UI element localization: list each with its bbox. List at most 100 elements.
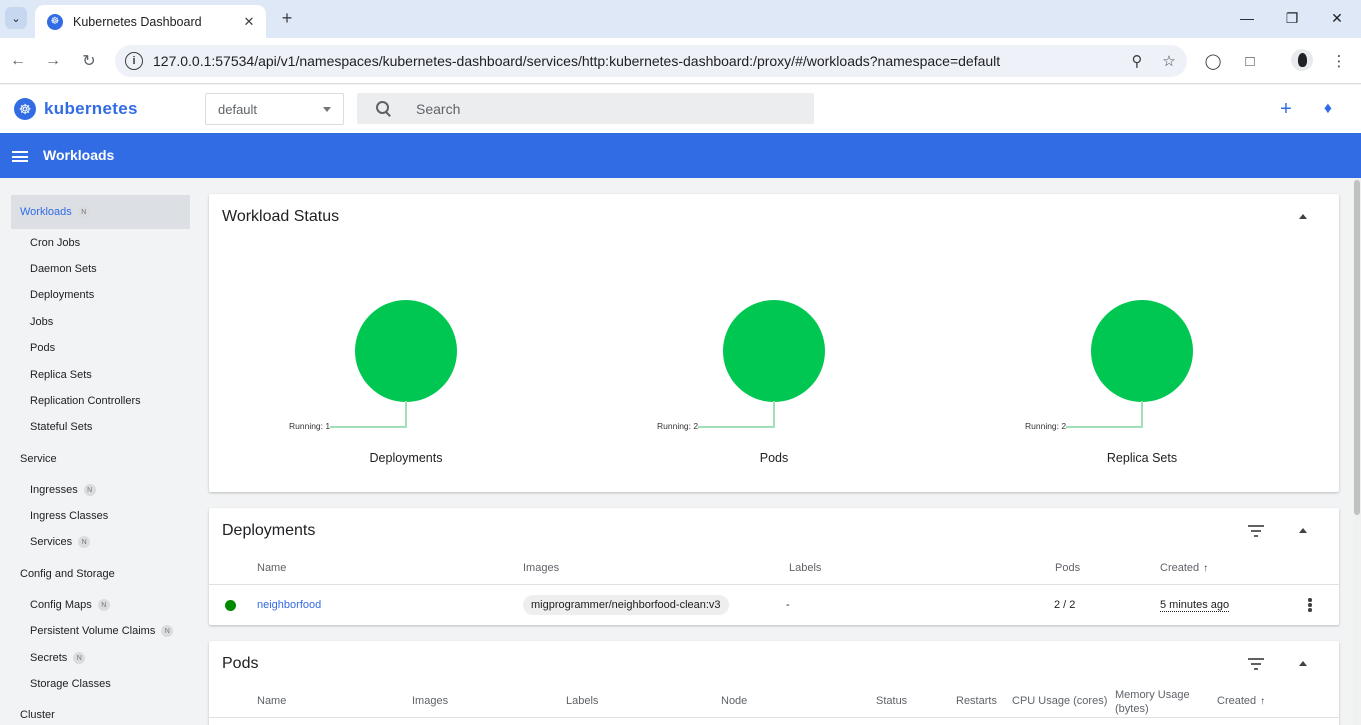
browser-toolbar: ← → ↻ i 127.0.0.1:57534/api/v1/namespace… — [0, 38, 1361, 84]
search-input[interactable] — [416, 100, 814, 117]
sidebar-item-workloads[interactable]: Workloads N — [11, 195, 190, 229]
chart-name: Pods — [759, 451, 789, 465]
sidebar-item-storage-classes[interactable]: Storage Classes — [30, 678, 111, 690]
leader-line — [330, 426, 407, 428]
memory-header-line1: Memory Usage — [1115, 689, 1190, 701]
page-title: Workloads — [43, 147, 115, 163]
more-actions-icon[interactable] — [1308, 598, 1312, 612]
sidebar-item-replica-sets[interactable]: Replica Sets — [30, 369, 92, 381]
collapse-icon[interactable] — [1299, 214, 1307, 219]
row-divider — [209, 717, 1339, 718]
chart-name: Replica Sets — [1106, 451, 1178, 465]
brand-name[interactable]: kubernetes — [44, 99, 138, 119]
sidebar-item-label: Secrets — [30, 652, 68, 664]
filter-icon[interactable] — [1248, 658, 1264, 670]
sidebar-item-label: Ingress Classes — [30, 510, 109, 522]
image-chip: migprogrammer/neighborfood-clean:v3 — [523, 595, 729, 615]
deployments-running-pie — [355, 300, 457, 402]
sort-arrow-up-icon: ↑ — [1260, 696, 1266, 707]
sidebar-item-replication-controllers[interactable]: Replication Controllers — [30, 395, 141, 407]
pods-value: 2 / 2 — [1054, 599, 1076, 611]
profile-avatar[interactable] — [1291, 49, 1313, 71]
minimize-button[interactable]: — — [1232, 6, 1262, 30]
column-header-created[interactable]: Created ↑ — [1217, 695, 1265, 707]
sidebar-item-label: Config Maps — [30, 599, 92, 611]
column-header-name[interactable]: Name — [257, 695, 286, 707]
leader-line — [1141, 401, 1143, 427]
page-scrollbar[interactable] — [1353, 178, 1361, 725]
sidebar-item-cron-jobs[interactable]: Cron Jobs — [30, 237, 80, 249]
column-header-name[interactable]: Name — [257, 562, 286, 574]
sidebar-item-services[interactable]: Services N — [30, 536, 91, 548]
namespaced-badge: N — [77, 206, 90, 218]
sidebar-section-config-storage: Config and Storage — [20, 568, 115, 580]
deployment-name-link[interactable]: neighborfood — [257, 599, 321, 611]
address-bar[interactable]: i 127.0.0.1:57534/api/v1/namespaces/kube… — [115, 45, 1187, 77]
window-close-button[interactable]: ✕ — [1322, 6, 1352, 30]
back-arrow-icon[interactable]: ← — [6, 49, 30, 73]
filter-icon[interactable] — [1248, 525, 1264, 537]
tab-close-icon[interactable]: ✕ — [240, 13, 258, 31]
sidebar-item-deployments[interactable]: Deployments — [30, 289, 94, 301]
column-header-restarts: Restarts — [956, 695, 997, 707]
sidebar-item-label: Workloads — [20, 206, 72, 218]
column-header-status: Status — [876, 695, 908, 707]
restore-button[interactable]: ❐ — [1277, 6, 1307, 30]
search-bar[interactable] — [357, 93, 814, 124]
sidebar-item-label: Ingresses — [30, 484, 78, 496]
sidebar-item-ingresses[interactable]: Ingresses N — [30, 484, 96, 496]
sidebar-item-ingress-classes[interactable]: Ingress Classes — [30, 510, 108, 522]
search-icon — [375, 100, 393, 118]
sidebar-item-stateful-sets[interactable]: Stateful Sets — [30, 421, 92, 433]
column-header-images: Images — [412, 695, 449, 707]
column-header-label: Created — [1217, 695, 1257, 707]
forward-arrow-icon[interactable]: → — [41, 49, 65, 73]
pods-title: Pods — [222, 655, 259, 672]
url-text[interactable]: 127.0.0.1:57534/api/v1/namespaces/kubern… — [153, 53, 1123, 69]
sidebar-item-label: Storage Classes — [30, 678, 111, 690]
sidebar-item-secrets[interactable]: Secrets N — [30, 652, 86, 664]
namespaced-badge: N — [83, 484, 96, 496]
leader-line — [405, 401, 407, 427]
namespace-select[interactable]: default — [205, 93, 344, 125]
sidebar-item-daemon-sets[interactable]: Daemon Sets — [30, 263, 97, 275]
scrollbar-thumb[interactable] — [1354, 180, 1360, 515]
browser-tab[interactable]: ☸ Kubernetes Dashboard ✕ — [35, 5, 266, 38]
kubernetes-logo-icon[interactable]: ☸ — [14, 98, 36, 120]
sidebar-item-persistent-volume-claims[interactable]: Persistent Volume Claims N — [30, 625, 174, 637]
column-header-pods: Pods — [1055, 562, 1081, 574]
namespaced-badge: N — [97, 599, 110, 611]
extension-code-icon[interactable]: ◯ — [1201, 49, 1225, 73]
column-header-images: Images — [523, 562, 560, 574]
reload-icon[interactable]: ↻ — [77, 49, 101, 73]
sidebar-item-pods[interactable]: Pods — [30, 342, 55, 354]
sidebar-item-jobs[interactable]: Jobs — [30, 316, 53, 328]
replica-sets-running-pie — [1091, 300, 1193, 402]
sidebar: Workloads N Cron Jobs Daemon Sets Deploy… — [0, 178, 197, 725]
namespaced-badge: N — [73, 652, 86, 664]
kubernetes-favicon-icon: ☸ — [47, 13, 63, 30]
column-header-created[interactable]: Created ↑ — [1160, 562, 1208, 574]
collapse-icon[interactable] — [1299, 528, 1307, 533]
site-info-icon[interactable]: i — [125, 52, 143, 70]
hamburger-menu-icon[interactable] — [12, 151, 28, 162]
leader-line — [698, 426, 775, 428]
extensions-puzzle-icon[interactable]: □ — [1238, 49, 1262, 73]
column-header-labels: Labels — [789, 562, 822, 574]
bookmark-star-icon[interactable]: ☆ — [1155, 49, 1183, 73]
sidebar-item-label: Persistent Volume Claims — [30, 625, 156, 637]
create-plus-icon[interactable]: + — [1274, 97, 1298, 121]
notifications-bell-icon[interactable]: ♦ — [1316, 97, 1340, 121]
new-tab-button[interactable]: + — [277, 8, 297, 28]
sidebar-item-config-maps[interactable]: Config Maps N — [30, 599, 110, 611]
namespace-value: default — [218, 101, 258, 117]
collapse-icon[interactable] — [1299, 661, 1307, 666]
tab-search-button[interactable]: ⌄ — [5, 7, 27, 29]
sidebar-section-cluster: Cluster — [20, 709, 55, 721]
running-label: Running: 2 — [1025, 421, 1067, 431]
row-divider — [209, 584, 1339, 585]
browser-menu-icon[interactable]: ⋮ — [1327, 49, 1351, 73]
zoom-icon[interactable]: ⚲ — [1123, 49, 1151, 73]
column-header-memory-usage: Memory Usage (bytes) — [1115, 688, 1190, 716]
created-value: 5 minutes ago — [1160, 599, 1230, 612]
